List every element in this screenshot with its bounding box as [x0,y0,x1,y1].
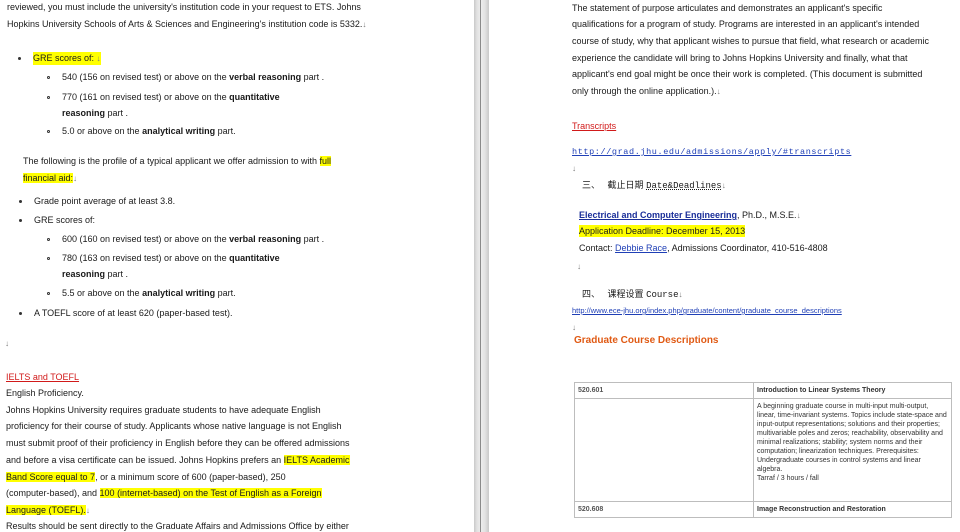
circle-bullet-6 [47,292,50,295]
course-table: 520.601 Introduction to Linear Systems T… [574,382,952,518]
profile-line-1: The following is the profile of a typica… [23,156,332,166]
circle-bullet-2 [47,96,50,99]
right-document-page: The statement of purpose articulates and… [489,0,960,532]
proficiency-line-1: Johns Hopkins University requires gradua… [6,405,321,415]
paragraph-mark: ↓ [5,339,9,348]
gre1-verbal: 540 (156 on revised test) or above on th… [62,72,325,82]
paragraph-mark-3: ↓ [577,262,581,271]
gre2-quant-cont: reasoning part . [62,269,129,279]
statement-line-3: course of study, why that applicant wish… [572,36,930,46]
course-descriptions-url[interactable]: http://www.ece-jhu.org/index.php/graduat… [572,305,842,317]
bullet-gre1 [18,57,21,60]
transcripts-url[interactable]: http://grad.jhu.edu/admissions/apply/#tr… [572,146,851,158]
section-four-heading: 四、 课程设置 Course↓ [582,289,683,300]
toefl-requirement: A TOEFL score of at least 620 (paper-bas… [34,308,233,318]
gre1-quant: 770 (161 on revised test) or above on th… [62,92,280,102]
gre1-writing: 5.0 or above on the analytical writing p… [62,126,236,136]
course-title: Introduction to Linear Systems Theory [753,382,952,399]
proficiency-line-7: Language (TOEFL).↓ [6,505,90,515]
course-number: 520.608 [574,501,754,518]
proficiency-line-6: (computer-based), and 100 (internet-base… [6,488,322,498]
table-row: 520.601 Introduction to Linear Systems T… [574,382,952,399]
statement-line-2: qualifications for a program of study. P… [572,19,920,29]
table-row: 520.608 Image Reconstruction and Restora… [574,501,952,518]
english-proficiency-label: English Proficiency. [6,388,84,398]
proficiency-line-8: Results should be sent directly to the G… [6,521,349,531]
contact-name-link[interactable]: Debbie Race [615,243,667,253]
application-deadline: Application Deadline: December 15, 2013 [579,225,746,237]
bullet-gpa [19,200,22,203]
gre1-heading: GRE scores of: ↓ [33,52,101,65]
section-three-heading: 三、 截止日期 Date&Deadlines↓ [582,180,726,191]
profile-line-2: financial aid:↓ [23,173,78,183]
proficiency-line-5: Band Score equal to 7, or a minimum scor… [6,472,286,482]
intro-line-2: Hopkins University Schools of Arts & Sci… [7,19,367,29]
bullet-toefl [19,312,22,315]
circle-bullet-3 [47,130,50,133]
graduate-course-descriptions-title: Graduate Course Descriptions [574,335,719,346]
gre2-heading: GRE scores of: [34,215,96,225]
ielts-toefl-heading[interactable]: IELTS and TOEFL [6,371,79,383]
transcripts-link[interactable]: Transcripts [572,120,616,132]
paragraph-mark-2: ↓ [572,164,576,173]
course-description: A beginning graduate course in multi-inp… [753,398,952,502]
statement-line-5: applicant's end goal might be once their… [572,69,923,79]
statement-line-4: experience the candidate will bring to J… [572,53,908,63]
proficiency-line-2: proficiency for their course of study. A… [6,421,342,431]
gre2-verbal: 600 (160 on revised test) or above on th… [62,234,325,244]
course-number: 520.601 [574,382,754,399]
intro-line-1: reviewed, you must include the universit… [7,2,361,12]
proficiency-line-4: and before a visa certificate can be iss… [6,455,350,465]
gre2-writing: 5.5 or above on the analytical writing p… [62,288,236,298]
proficiency-line-3: must submit proof of their proficiency i… [6,438,350,448]
course-number-blank [574,398,754,502]
course-title: Image Reconstruction and Restoration [753,501,952,518]
gpa-requirement: Grade point average of at least 3.8. [34,196,176,206]
department-link[interactable]: Electrical and Computer Engineering [579,210,737,220]
bullet-gre2 [19,219,22,222]
page-gutter [474,0,489,532]
table-row: A beginning graduate course in multi-inp… [574,398,952,502]
contact-line: Contact: Debbie Race, Admissions Coordin… [579,243,828,253]
left-document-page: reviewed, you must include the universit… [0,0,474,532]
circle-bullet-4 [47,238,50,241]
statement-line-1: The statement of purpose articulates and… [572,3,883,13]
statement-line-6: only through the online application.).↓ [572,86,721,96]
circle-bullet-1 [47,76,50,79]
gre2-quant: 780 (163 on revised test) or above on th… [62,253,280,263]
department-line: Electrical and Computer Engineering, Ph.… [579,210,801,220]
paragraph-mark-4: ↓ [572,323,576,332]
circle-bullet-5 [47,257,50,260]
gre1-quant-cont: reasoning part . [62,108,129,118]
